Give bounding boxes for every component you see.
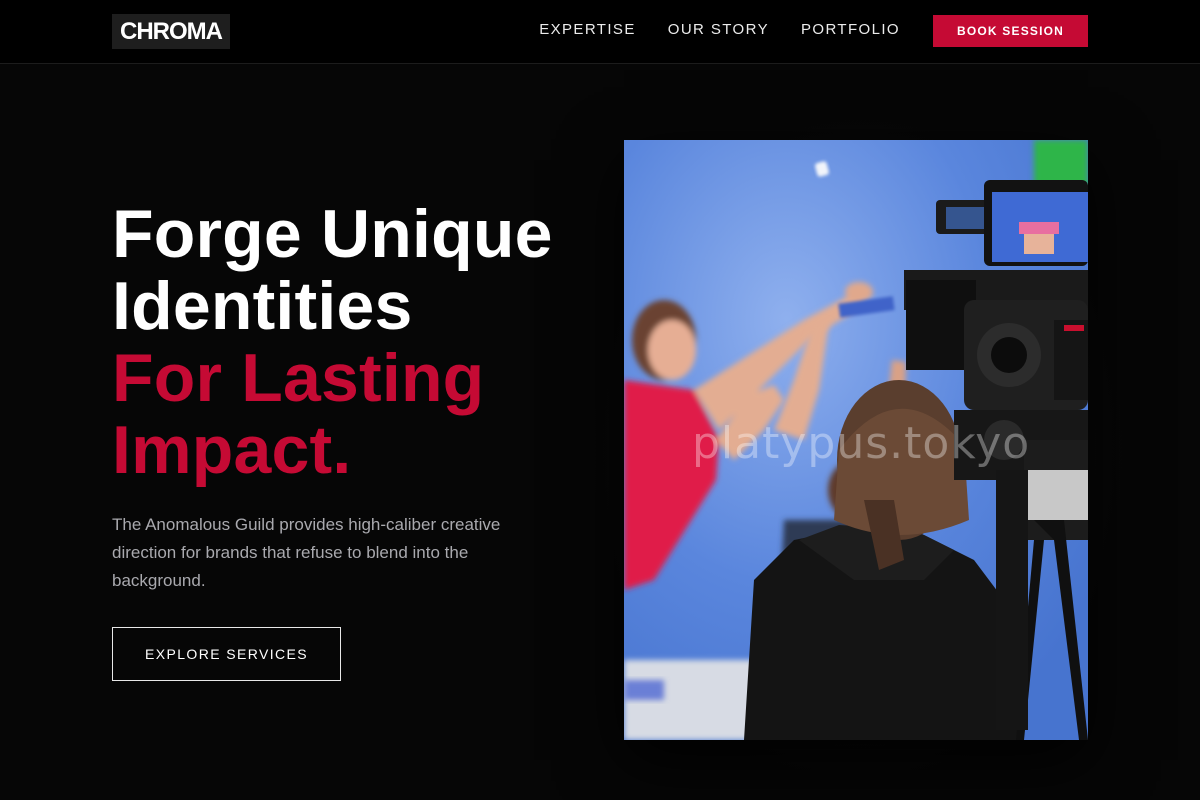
hero-title-accent-line-1: For Lasting (112, 340, 485, 416)
book-session-button[interactable]: BOOK SESSION (933, 15, 1088, 47)
site-header: CHROMA EXPERTISE OUR STORY PORTFOLIO BOO… (0, 0, 1200, 64)
film-set-photo (624, 140, 1088, 740)
hero-title-line-2: Identities (112, 268, 413, 344)
hero-title-line-1: Forge Unique (112, 196, 553, 272)
explore-services-button[interactable]: EXPLORE SERVICES (112, 627, 341, 681)
logo[interactable]: CHROMA (112, 14, 230, 49)
nav-link-our-story[interactable]: OUR STORY (668, 21, 769, 38)
hero-image: platypus.tokyo (624, 140, 1088, 740)
main-nav: EXPERTISE OUR STORY PORTFOLIO BOOK SESSI… (539, 0, 1088, 64)
hero-title-accent-line-2: Impact. (112, 412, 352, 488)
hero-description: The Anomalous Guild provides high-calibe… (112, 515, 501, 590)
hero-title: Forge Unique Identities For Lasting Impa… (112, 198, 553, 486)
nav-link-expertise[interactable]: EXPERTISE (539, 21, 636, 38)
nav-link-portfolio[interactable]: PORTFOLIO (801, 21, 900, 38)
